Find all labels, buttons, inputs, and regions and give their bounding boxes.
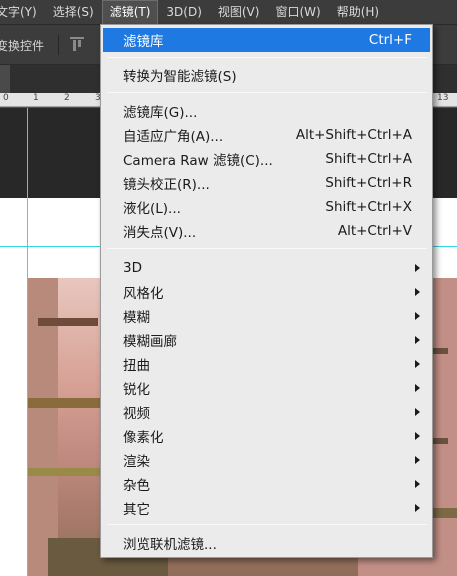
menu-item-label: Camera Raw 滤镜(C)... [123,153,273,169]
menu-item-blur-gallery[interactable]: 模糊画廊 [103,328,430,352]
menu-item-shortcut: Ctrl+F [368,32,412,48]
menu-bar: 文字(Y) 选择(S) 滤镜(T) 3D(D) 视图(V) 窗口(W) 帮助(H… [0,0,457,25]
menu-item-label: 滤镜库(G)... [123,105,198,121]
menu-item-label: 锐化 [123,382,150,398]
menu-item-adaptive-wide-angle[interactable]: 自适应广角(A)... Alt+Shift+Ctrl+A [103,123,430,147]
filter-menu-dropdown: 滤镜库 Ctrl+F 转换为智能滤镜(S) 滤镜库(G)... 自适应广角(A)… [100,24,433,558]
submenu-arrow-icon [415,312,420,320]
menu-item-label: 渲染 [123,454,150,470]
ruler-tick-label: 1 [33,93,39,103]
ruler-tick-label: 2 [64,93,70,103]
options-divider [58,35,59,55]
menu-item-blur[interactable]: 模糊 [103,304,430,328]
menu-window[interactable]: 窗口(W) [267,0,328,25]
menu-item-label: 浏览联机滤镜... [123,537,217,553]
menu-item-label: 液化(L)... [123,201,181,217]
menu-item-distort[interactable]: 扭曲 [103,352,430,376]
document-tab[interactable] [0,65,10,93]
menu-item-shortcut: Alt+Shift+Ctrl+A [295,127,412,143]
menu-item-sharpen[interactable]: 锐化 [103,376,430,400]
ruler-tick-label: 13 [437,93,449,103]
submenu-arrow-icon [415,264,420,272]
submenu-arrow-icon [415,456,420,464]
show-transform-controls-label[interactable]: 变换控件 [0,37,44,54]
menu-item-render[interactable]: 渲染 [103,448,430,472]
menu-item-label: 镜头校正(R)... [123,177,210,193]
menu-item-shortcut: Alt+Ctrl+V [337,223,412,239]
menu-item-3d[interactable]: 3D [103,256,430,280]
menu-help[interactable]: 帮助(H) [329,0,387,25]
menu-item-label: 风格化 [123,286,164,302]
submenu-arrow-icon [415,384,420,392]
menu-item-browse-online-filters[interactable]: 浏览联机滤镜... [103,531,430,555]
menu-item-label: 滤镜库 [123,34,164,50]
menu-separator [107,248,427,249]
menu-item-convert-smart-filters[interactable]: 转换为智能滤镜(S) [103,63,430,87]
submenu-arrow-icon [415,408,420,416]
menu-item-lens-correction[interactable]: 镜头校正(R)... Shift+Ctrl+R [103,171,430,195]
menu-filter[interactable]: 滤镜(T) [101,0,159,25]
menu-item-label: 模糊 [123,310,150,326]
menu-item-label: 扭曲 [123,358,150,374]
menu-item-label: 模糊画廊 [123,334,177,350]
menu-view[interactable]: 视图(V) [210,0,268,25]
align-top-icon[interactable] [70,37,84,53]
menu-3d[interactable]: 3D(D) [158,0,209,25]
ruler-tick-label: 0 [3,93,9,103]
menu-separator [107,92,427,93]
menu-item-camera-raw[interactable]: Camera Raw 滤镜(C)... Shift+Ctrl+A [103,147,430,171]
menu-item-label: 视频 [123,406,150,422]
menu-item-shortcut: Shift+Ctrl+A [325,151,412,167]
menu-item-other[interactable]: 其它 [103,496,430,520]
submenu-arrow-icon [415,360,420,368]
menu-item-label: 3D [123,260,142,276]
menu-type[interactable]: 文字(Y) [0,0,45,25]
menu-item-label: 消失点(V)... [123,225,197,241]
menu-item-stylize[interactable]: 风格化 [103,280,430,304]
menu-separator [107,524,427,525]
submenu-arrow-icon [415,336,420,344]
menu-item-label: 转换为智能滤镜(S) [123,69,237,85]
submenu-arrow-icon [415,432,420,440]
menu-item-shortcut: Shift+Ctrl+R [325,175,412,191]
menu-item-video[interactable]: 视频 [103,400,430,424]
menu-item-filter-gallery[interactable]: 滤镜库(G)... [103,99,430,123]
menu-separator [107,57,427,58]
menu-item-liquify[interactable]: 液化(L)... Shift+Ctrl+X [103,195,430,219]
menu-item-label: 其它 [123,502,150,518]
submenu-arrow-icon [415,288,420,296]
menu-item-pixelate[interactable]: 像素化 [103,424,430,448]
submenu-arrow-icon [415,480,420,488]
menu-item-label: 杂色 [123,478,150,494]
menu-item-label: 像素化 [123,430,164,446]
menu-item-vanishing-point[interactable]: 消失点(V)... Alt+Ctrl+V [103,219,430,243]
menu-select[interactable]: 选择(S) [45,0,102,25]
menu-item-noise[interactable]: 杂色 [103,472,430,496]
menu-item-filter-gallery-last[interactable]: 滤镜库 Ctrl+F [103,28,430,52]
menu-item-label: 自适应广角(A)... [123,129,224,145]
menu-item-shortcut: Shift+Ctrl+X [325,199,412,215]
submenu-arrow-icon [415,504,420,512]
